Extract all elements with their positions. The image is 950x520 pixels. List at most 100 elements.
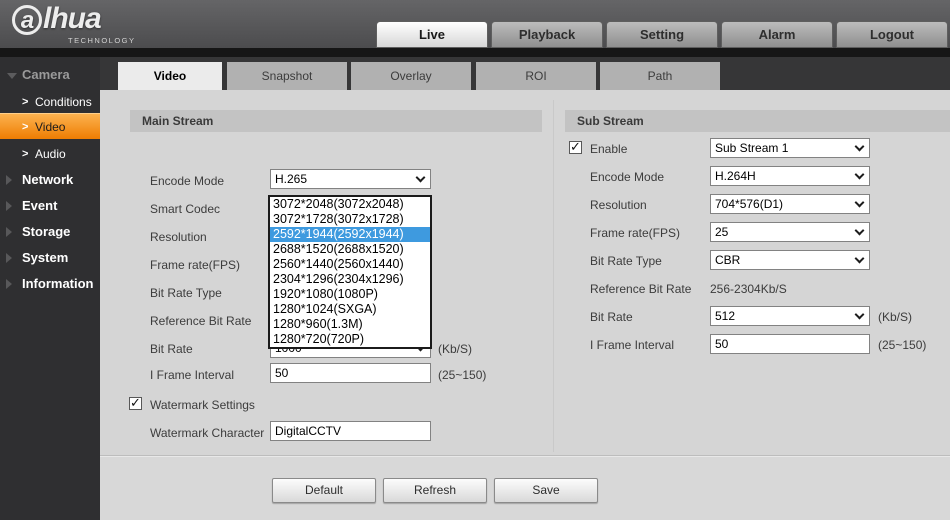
encode-mode-select[interactable]: H.265 — [270, 169, 431, 189]
label-sub-i-frame-interval: I Frame Interval — [590, 338, 675, 352]
sub-i-frame-interval-range: (25~150) — [878, 338, 927, 352]
dropdown-option[interactable]: 1920*1080(1080P) — [270, 287, 430, 302]
sub-bit-rate-unit: (Kb/S) — [878, 310, 913, 324]
label-bit-rate: Bit Rate — [150, 342, 193, 356]
sub-bit-rate-type-value: CBR — [715, 253, 741, 267]
i-frame-interval-input[interactable] — [270, 363, 431, 383]
label-sub-encode-mode: Encode Mode — [590, 170, 665, 184]
dropdown-option[interactable]: 2304*1296(2304x1296) — [270, 272, 430, 287]
dropdown-option[interactable]: 1280*960(1.3M) — [270, 317, 430, 332]
label-enable: Enable — [590, 142, 628, 156]
sub-i-frame-interval-input[interactable] — [710, 334, 870, 354]
label-i-frame-interval: I Frame Interval — [150, 368, 235, 382]
sub-frame-rate-value: 25 — [715, 225, 729, 239]
sidebar-item-information[interactable]: Information — [0, 271, 100, 297]
panel-divider — [553, 100, 554, 452]
sub-stream-select[interactable]: Sub Stream 1 — [710, 138, 870, 158]
sub-encode-mode-select[interactable]: H.264H — [710, 166, 870, 186]
label-watermark-settings: Watermark Settings — [150, 398, 255, 412]
dropdown-option[interactable]: 1280*720(720P) — [270, 332, 430, 347]
label-reference-bit-rate: Reference Bit Rate — [150, 314, 252, 328]
check-icon: ✓ — [570, 139, 581, 154]
chevron-right-icon: > — [22, 96, 29, 108]
sidebar-item-video[interactable]: > Video — [0, 113, 100, 139]
save-button[interactable]: Save — [494, 478, 598, 503]
dropdown-arrow-icon — [854, 253, 865, 264]
sub-bit-rate-type-select[interactable]: CBR — [710, 250, 870, 270]
footer-bar: Default Refresh Save — [100, 455, 950, 520]
triangle-right-icon — [6, 227, 12, 237]
nav-tab-setting[interactable]: Setting — [606, 21, 718, 48]
label-sub-bit-rate: Bit Rate — [590, 310, 633, 324]
sub-resolution-select[interactable]: 704*576(D1) — [710, 194, 870, 214]
sidebar-item-conditions[interactable]: > Conditions — [0, 89, 100, 115]
triangle-down-icon — [7, 73, 17, 79]
triangle-right-icon — [6, 253, 12, 263]
label-sub-frame-rate: Frame rate(FPS) — [590, 226, 681, 240]
sub-stream-enable-checkbox[interactable]: ✓ — [569, 139, 582, 154]
dropdown-arrow-icon — [854, 141, 865, 152]
dropdown-arrow-icon — [854, 197, 865, 208]
sidebar-item-audio[interactable]: > Audio — [0, 141, 100, 167]
dropdown-arrow-icon — [854, 169, 865, 180]
nav-tab-live[interactable]: Live — [376, 21, 488, 48]
tab-snapshot[interactable]: Snapshot — [227, 62, 347, 90]
label-frame-rate: Frame rate(FPS) — [150, 258, 241, 272]
sub-bit-rate-select[interactable]: 512 — [710, 306, 870, 326]
sub-frame-rate-select[interactable]: 25 — [710, 222, 870, 242]
label-watermark-character: Watermark Character — [150, 426, 265, 440]
header-separator-strip — [0, 48, 950, 57]
dropdown-option[interactable]: 3072*1728(3072x1728) — [270, 212, 430, 227]
refresh-button[interactable]: Refresh — [383, 478, 487, 503]
sub-resolution-value: 704*576(D1) — [715, 197, 784, 211]
resolution-dropdown[interactable]: 3072*2048(3072x2048) 3072*1728(3072x1728)… — [268, 195, 432, 349]
video-subtab-bar: Video Snapshot Overlay ROI Path — [100, 57, 950, 90]
dropdown-option[interactable]: 3072*2048(3072x2048) — [270, 197, 430, 212]
label-resolution: Resolution — [150, 230, 207, 244]
logo-technology-text: TECHNOLOGY — [68, 36, 136, 45]
sidebar-item-event[interactable]: Event — [0, 193, 100, 219]
label-bit-rate-type: Bit Rate Type — [150, 286, 222, 300]
nav-tab-alarm[interactable]: Alarm — [721, 21, 833, 48]
check-icon: ✓ — [130, 395, 141, 410]
bit-rate-unit: (Kb/S) — [438, 342, 473, 356]
nav-tab-logout[interactable]: Logout — [836, 21, 948, 48]
sub-bit-rate-value: 512 — [715, 309, 736, 323]
sub-stream-select-value: Sub Stream 1 — [715, 141, 789, 155]
tab-video[interactable]: Video — [118, 62, 222, 90]
dropdown-option[interactable]: 2560*1440(2560x1440) — [270, 257, 430, 272]
sub-reference-bit-rate-value: 256-2304Kb/S — [710, 282, 787, 296]
sidebar-item-camera[interactable]: Camera — [0, 62, 100, 88]
label-sub-reference-bit-rate: Reference Bit Rate — [590, 282, 692, 296]
settings-sidebar: Camera > Conditions > Video > Audio Netw… — [0, 57, 100, 520]
sidebar-item-system[interactable]: System — [0, 245, 100, 271]
label-smart-codec: Smart Codec — [150, 202, 221, 216]
triangle-right-icon — [6, 279, 12, 289]
top-header-bar: a lhua TECHNOLOGY Live Playback Setting A… — [0, 0, 950, 48]
nav-tab-playback[interactable]: Playback — [491, 21, 603, 48]
sidebar-item-network[interactable]: Network — [0, 167, 100, 193]
sidebar-item-storage[interactable]: Storage — [0, 219, 100, 245]
tab-overlay[interactable]: Overlay — [351, 62, 471, 90]
sub-encode-mode-value: H.264H — [715, 169, 756, 183]
tab-roi[interactable]: ROI — [476, 62, 596, 90]
default-button[interactable]: Default — [272, 478, 376, 503]
watermark-character-input[interactable] — [270, 421, 431, 441]
chevron-right-icon: > — [22, 148, 29, 160]
logo-a-ring: a — [12, 5, 42, 35]
encode-mode-value: H.265 — [275, 172, 308, 186]
dropdown-option[interactable]: 2688*1520(2688x1520) — [270, 242, 430, 257]
i-frame-interval-range: (25~150) — [438, 368, 487, 382]
tab-path[interactable]: Path — [600, 62, 720, 90]
triangle-right-icon — [6, 175, 12, 185]
dropdown-option[interactable]: 2592*1944(2592x1944) — [270, 227, 430, 242]
dahua-camera-settings-page: a lhua TECHNOLOGY Live Playback Setting A… — [0, 0, 950, 520]
label-encode-mode: Encode Mode — [150, 174, 225, 188]
watermark-settings-checkbox[interactable]: ✓ — [129, 395, 142, 410]
sub-stream-header: Sub Stream — [565, 110, 950, 132]
logo-rest: lhua — [43, 2, 102, 35]
chevron-right-icon: > — [22, 121, 29, 133]
dropdown-arrow-icon — [854, 309, 865, 320]
label-sub-resolution: Resolution — [590, 198, 647, 212]
dropdown-option[interactable]: 1280*1024(SXGA) — [270, 302, 430, 317]
